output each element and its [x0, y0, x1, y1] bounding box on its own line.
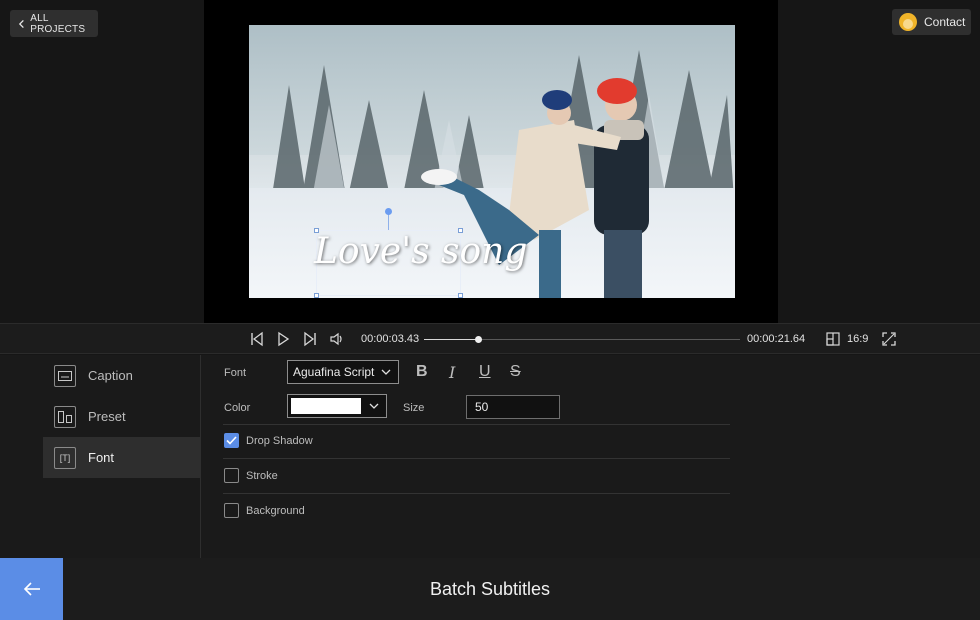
fullscreen-icon[interactable]: [881, 331, 897, 347]
volume-icon[interactable]: [329, 331, 345, 347]
settings-panel: Caption Preset [T] Font Font Aguafina Sc…: [0, 355, 980, 558]
stroke-checkbox[interactable]: [224, 468, 239, 483]
seek-bar[interactable]: [424, 336, 740, 343]
contact-label: Contact: [924, 15, 966, 29]
caption-rotate-handle[interactable]: [385, 208, 392, 215]
stroke-option[interactable]: Stroke: [224, 468, 278, 483]
support-avatar-icon: [899, 13, 917, 31]
player-bar: 00:00:03.43 00:00:21.64 16:9: [0, 323, 980, 354]
preset-icon: [54, 405, 76, 428]
color-swatch: [291, 398, 361, 414]
font-icon: [T]: [54, 446, 76, 469]
current-time: 00:00:03.43: [361, 333, 420, 345]
strikethrough-button[interactable]: S: [510, 363, 521, 381]
chevron-down-icon: [381, 369, 391, 375]
panel-divider: [200, 355, 201, 558]
divider: [223, 424, 730, 425]
sidebar-item-caption[interactable]: Caption: [43, 355, 200, 396]
sidebar-item-label: Caption: [88, 368, 133, 383]
sidebar-item-font[interactable]: [T] Font: [43, 437, 200, 478]
size-input[interactable]: 50: [466, 395, 560, 419]
preview-stage: Love's song: [204, 0, 778, 323]
skip-start-icon[interactable]: [249, 331, 265, 347]
color-label: Color: [224, 402, 251, 414]
resize-handle-br[interactable]: [458, 293, 463, 298]
aspect-ratio-label[interactable]: 16:9: [847, 333, 868, 345]
seek-bar-fill: [424, 339, 478, 340]
contact-button[interactable]: Contact: [892, 9, 971, 35]
caption-icon: [54, 364, 76, 387]
chevron-down-icon: [369, 403, 379, 409]
divider: [223, 458, 730, 459]
stroke-label: Stroke: [246, 469, 278, 482]
background-label: Background: [246, 504, 305, 517]
resize-handle-bl[interactable]: [314, 293, 319, 298]
underline-button[interactable]: U: [479, 363, 491, 381]
sidebar-item-preset[interactable]: Preset: [43, 396, 200, 437]
italic-button[interactable]: I: [449, 363, 455, 382]
sidebar: Caption Preset [T] Font: [43, 355, 200, 558]
background-option[interactable]: Background: [224, 503, 305, 518]
font-select-value: Aguafina Script: [293, 365, 375, 379]
chevron-left-icon: [18, 19, 24, 28]
aspect-ratio-icon[interactable]: [825, 331, 841, 347]
color-picker[interactable]: [287, 394, 387, 418]
bottom-bar: Batch Subtitles: [0, 558, 980, 620]
skip-end-icon[interactable]: [302, 331, 318, 347]
bold-button[interactable]: B: [416, 363, 428, 381]
font-select[interactable]: Aguafina Script: [287, 360, 399, 384]
caption-text[interactable]: Love's song: [314, 231, 527, 272]
top-area: Love's song ALL PROJECTS Contact: [0, 0, 980, 323]
seek-bar-knob[interactable]: [474, 336, 482, 343]
checkmark-icon: [226, 436, 237, 445]
size-label: Size: [403, 402, 425, 414]
sidebar-item-label: Preset: [88, 409, 126, 424]
all-projects-label: ALL PROJECTS: [30, 12, 86, 35]
page-title: Batch Subtitles: [429, 579, 551, 599]
play-icon[interactable]: [275, 331, 291, 347]
all-projects-button[interactable]: ALL PROJECTS: [10, 10, 98, 37]
font-label: Font: [224, 367, 247, 379]
background-checkbox[interactable]: [224, 503, 239, 518]
sidebar-item-label: Font: [88, 450, 115, 465]
drop-shadow-option[interactable]: Drop Shadow: [224, 433, 313, 448]
drop-shadow-checkbox[interactable]: [224, 433, 239, 448]
divider: [223, 493, 730, 494]
video-preview[interactable]: Love's song: [249, 25, 735, 298]
drop-shadow-label: Drop Shadow: [246, 434, 313, 447]
total-time: 00:00:21.64: [747, 333, 806, 345]
